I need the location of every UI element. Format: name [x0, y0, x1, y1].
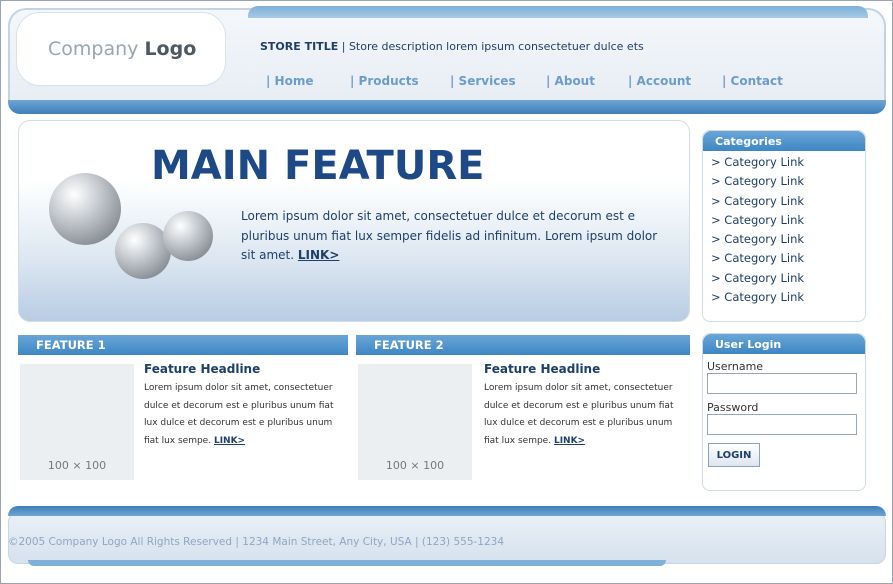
nav-home[interactable]: | Home [266, 74, 314, 88]
nav-about[interactable]: | About [546, 74, 595, 88]
footer: ©2005 Company Logo All Rights Reserved |… [8, 506, 886, 566]
sphere-image-large [49, 173, 121, 245]
header-bottom-bar [8, 100, 886, 114]
category-link[interactable]: > Category Link [703, 232, 865, 251]
nav-services[interactable]: | Services [450, 74, 516, 88]
user-login-title: User Login [703, 334, 865, 354]
category-link[interactable]: > Category Link [703, 271, 865, 290]
main-feature: MAIN FEATURE Lorem ipsum dolor sit amet,… [18, 120, 690, 322]
feature-2-thumbnail-label: 100 × 100 [385, 459, 445, 472]
category-list: > Category Link > Category Link > Catego… [703, 151, 865, 309]
category-link[interactable]: > Category Link [703, 251, 865, 270]
password-field[interactable] [707, 414, 857, 435]
footer-bottom-bar [28, 560, 666, 566]
store-title: STORE TITLE [260, 40, 339, 53]
nav-products[interactable]: | Products [350, 74, 419, 88]
category-link[interactable]: > Category Link [703, 213, 865, 232]
nav-contact[interactable]: | Contact [722, 74, 783, 88]
feature-1-headline: Feature Headline [144, 362, 261, 376]
logo-bold-text: Logo [144, 38, 197, 60]
username-field[interactable] [707, 373, 857, 394]
feature-2-link[interactable]: LINK> [554, 436, 585, 446]
feature-2-text: Lorem ipsum dolor sit amet, consectetuer… [484, 380, 684, 450]
categories-box: Categories > Category Link > Category Li… [702, 130, 866, 322]
header-top-bar [248, 6, 868, 18]
feature-1-link[interactable]: LINK> [214, 436, 245, 446]
categories-title: Categories [703, 131, 865, 151]
feature-2-thumbnail: 100 × 100 [358, 364, 472, 480]
feature-1-bar: FEATURE 1 [18, 335, 348, 355]
password-label: Password [707, 401, 759, 414]
feature-1-text: Lorem ipsum dolor sit amet, consectetuer… [144, 380, 344, 450]
feature-2-bar: FEATURE 2 [356, 335, 690, 355]
main-feature-text: Lorem ipsum dolor sit amet, consectetuer… [241, 207, 671, 266]
category-link[interactable]: > Category Link [703, 174, 865, 193]
nav-account[interactable]: | Account [628, 74, 691, 88]
store-separator: | [341, 40, 346, 53]
feature-2-headline: Feature Headline [484, 362, 601, 376]
user-login-box: User Login Username Password LOGIN [702, 333, 866, 491]
footer-copyright: ©2005 Company Logo All Rights Reserved |… [8, 536, 505, 548]
logo-light-text: Company [48, 38, 139, 60]
main-feature-link[interactable]: LINK> [298, 248, 340, 262]
store-description: Store description lorem ipsum consectetu… [348, 40, 644, 53]
feature-1-thumbnail-label: 100 × 100 [47, 459, 107, 472]
company-logo[interactable]: Company Logo [48, 38, 196, 60]
header: Company Logo STORE TITLE | Store descrip… [8, 6, 886, 114]
username-label: Username [707, 360, 764, 373]
feature-1-thumbnail: 100 × 100 [20, 364, 134, 480]
main-feature-title: MAIN FEATURE [151, 143, 485, 189]
category-link[interactable]: > Category Link [703, 194, 865, 213]
category-link[interactable]: > Category Link [703, 290, 865, 309]
category-link[interactable]: > Category Link [703, 155, 865, 174]
footer-top-bar [8, 506, 886, 516]
sphere-image-small [163, 211, 213, 261]
store-line: STORE TITLE | Store description lorem ip… [260, 40, 644, 53]
login-button[interactable]: LOGIN [708, 443, 760, 467]
